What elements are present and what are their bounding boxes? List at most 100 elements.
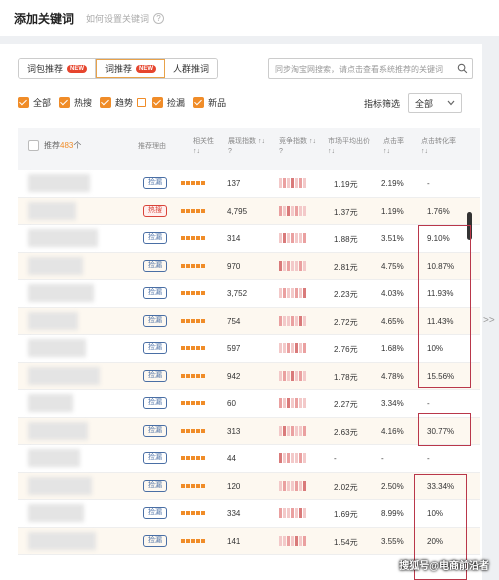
tab-0[interactable]: 词包推荐 NEW [19, 59, 97, 78]
competition-bar [295, 453, 298, 463]
relevance-dot [201, 456, 205, 460]
reason-tag: 捡漏 [143, 534, 167, 547]
blurred-keyword [28, 394, 73, 412]
relevance-dot [181, 483, 185, 488]
filter-checkbox-0[interactable]: 全部 [18, 96, 51, 109]
filter-label: 热搜 [74, 98, 93, 108]
table-row[interactable]: 捡漏 942 1.78元 4.78% 15.56% [18, 362, 480, 390]
col-relevance[interactable]: 相关性 ↑↓ [193, 137, 214, 157]
table-row[interactable]: 捡漏 970 2.81元 4.75% 10.87% [18, 252, 480, 280]
col-ctr[interactable]: 点击率 ↑↓ [383, 137, 404, 157]
table-row[interactable]: 热搜 4,795 1.37元 1.19% 1.76% [18, 197, 480, 225]
price-value: 1.69元 [334, 510, 358, 519]
table-row[interactable]: 捡漏 314 1.88元 3.51% 9.10% [18, 225, 480, 253]
table-row[interactable]: 捡漏 313 2.63元 4.16% 30.77% [18, 417, 480, 445]
competition-bar [295, 398, 298, 408]
checkbox-icon [18, 97, 29, 108]
filter-checkbox-3[interactable]: 捡漏 [152, 96, 185, 109]
competition-bar [283, 398, 286, 408]
competition-bars [279, 480, 306, 491]
competition-bar [303, 260, 306, 271]
competition-bar [295, 260, 298, 271]
ctr-value: 4.75% [381, 261, 404, 271]
table-row[interactable]: 捡漏 334 1.69元 8.99% 10% [18, 500, 480, 528]
table-row[interactable]: 捡漏 137 1.19元 2.19% - [18, 170, 480, 198]
competition-bar [295, 315, 298, 326]
cvr-value: 10.87% [427, 261, 455, 271]
expand-arrow-icon[interactable]: >> [483, 315, 495, 326]
blurred-keyword [28, 284, 94, 302]
competition-bar [299, 233, 302, 243]
relevance-dot [186, 318, 190, 323]
blurred-keyword [28, 449, 80, 467]
show-index-value: 942 [227, 371, 241, 381]
select-all-checkbox[interactable] [28, 140, 39, 151]
table-row[interactable]: 捡漏 44 - - - [18, 445, 480, 473]
competition-bar [287, 205, 290, 216]
relevance-rating [181, 456, 205, 460]
price-value: 1.88元 [334, 235, 358, 244]
ctr-value: 3.34% [381, 399, 404, 408]
table-row[interactable]: 捡漏 141 1.54元 3.55% 20% [18, 527, 480, 555]
col-cvr[interactable]: 点击转化率 ↑↓ [421, 137, 456, 157]
metric-filter-select[interactable]: 全部 [408, 93, 463, 113]
competition-bar [283, 453, 286, 463]
relevance-dot [181, 181, 185, 185]
tab-2[interactable]: 人群推词 [165, 59, 218, 78]
competition-bar [279, 453, 282, 463]
competition-bar [295, 425, 298, 436]
keyword-search-input[interactable]: 同步淘宝网搜索，请点击查看系统推荐的关键词 [268, 58, 473, 79]
competition-bar [291, 370, 294, 381]
competition-bar [291, 425, 294, 436]
competition-bar [303, 205, 306, 216]
help-link[interactable]: 如何设置关键词 [86, 12, 149, 25]
relevance-dot [191, 483, 195, 488]
competition-bar [287, 233, 290, 243]
col-price[interactable]: 市场平均出价 ↑↓ [328, 137, 370, 157]
relevance-dot [181, 401, 185, 405]
competition-bars [279, 425, 306, 436]
competition-bar [303, 508, 306, 518]
show-index-value: 60 [227, 399, 236, 408]
ctr-value: 4.78% [381, 371, 404, 381]
filter-checkbox-1[interactable]: 热搜 [59, 96, 92, 109]
col-competition[interactable]: 竞争指数 ↑↓? [279, 137, 316, 157]
page: 添加关键词 如何设置关键词 ? 词包推荐 NEW 词推荐 NEW 人群推词 同步淘宝网搜… [0, 0, 499, 580]
price-value: 2.81元 [334, 262, 358, 272]
competition-bar [303, 398, 306, 408]
relevance-dot [201, 511, 205, 515]
ctr-value: 2.19% [381, 179, 404, 188]
competition-bar [279, 205, 282, 216]
price-value: 1.19元 [334, 180, 358, 189]
show-index-value: 141 [227, 536, 241, 546]
scrollbar[interactable] [467, 212, 472, 240]
filter-label: 趋势 [115, 98, 134, 108]
competition-bar [299, 260, 302, 271]
table-row[interactable]: 捡漏 597 2.76元 1.68% 10% [18, 335, 480, 363]
blurred-keyword [28, 366, 100, 385]
competition-bar [283, 260, 286, 271]
competition-bar [279, 398, 282, 408]
competition-bar [291, 508, 294, 518]
tab-1[interactable]: 词推荐 NEW [96, 59, 166, 78]
filter-checkbox-2[interactable]: 趋势 [100, 96, 133, 109]
relevance-dot [181, 346, 185, 350]
relevance-dot [181, 263, 185, 268]
table-row[interactable]: 捡漏 3,752 2.23元 4.03% 11.93% [18, 280, 480, 308]
filter-label: 捡漏 [167, 98, 186, 108]
help-icon[interactable]: ? [153, 12, 165, 24]
price-value: 1.78元 [334, 372, 358, 382]
reason-tag: 捡漏 [143, 287, 167, 299]
table-row[interactable]: 捡漏 120 2.02元 2.50% 33.34% [18, 472, 480, 500]
relevance-dot [186, 208, 190, 213]
relevance-dot [196, 318, 200, 323]
col-show-index[interactable]: 展现指数 ↑↓? [228, 137, 265, 157]
table-row[interactable]: 捡漏 754 2.72元 4.65% 11.43% [18, 307, 480, 335]
relevance-dot [186, 346, 190, 350]
search-icon[interactable] [457, 63, 468, 74]
filter-checkbox-4[interactable]: 新品 [193, 96, 226, 109]
blurred-keyword [28, 311, 78, 330]
competition-bar [291, 205, 294, 216]
table-row[interactable]: 捡漏 60 2.27元 3.34% - [18, 390, 480, 418]
reason-tag: 捡漏 [143, 232, 167, 244]
